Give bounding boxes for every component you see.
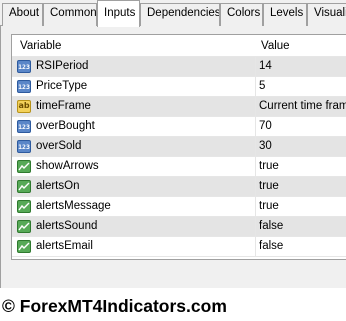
- integer-icon-label: 123: [18, 83, 30, 91]
- table-row[interactable]: 123 PriceType 5: [12, 77, 346, 97]
- table-row[interactable]: alertsMessage true: [12, 197, 346, 217]
- grid-header: Variable Value: [12, 35, 346, 57]
- value-header-label: Value: [261, 40, 290, 52]
- table-row[interactable]: alertsSound false: [12, 217, 346, 237]
- value-text: true: [259, 160, 279, 172]
- value-cell[interactable]: true: [257, 177, 346, 196]
- variable-cell[interactable]: alertsSound: [12, 217, 256, 236]
- integer-icon-label: 123: [18, 123, 30, 131]
- string-icon: ab: [17, 100, 31, 113]
- tab-about[interactable]: About: [2, 3, 43, 26]
- tab-common-label: Common: [50, 7, 97, 19]
- variable-cell[interactable]: alertsEmail: [12, 237, 256, 256]
- value-text: true: [259, 180, 279, 192]
- variable-cell[interactable]: 123 overSold: [12, 137, 256, 156]
- variable-cell[interactable]: 123 RSIPeriod: [12, 57, 256, 76]
- tab-visualization[interactable]: Visualiz: [307, 3, 346, 26]
- value-text: false: [259, 220, 284, 232]
- integer-icon: 123: [17, 60, 31, 73]
- variable-name: PriceType: [36, 80, 88, 92]
- tab-about-label: About: [9, 7, 40, 19]
- variable-cell[interactable]: 123 overBought: [12, 117, 256, 136]
- variable-name: alertsEmail: [36, 240, 93, 252]
- boolean-icon: [17, 200, 31, 213]
- variable-name: showArrows: [36, 160, 99, 172]
- value-column-header[interactable]: Value: [257, 35, 346, 56]
- variable-cell[interactable]: ab timeFrame: [12, 97, 256, 116]
- tab-dependencies[interactable]: Dependencies: [140, 3, 220, 26]
- table-row[interactable]: alertsOn true: [12, 177, 346, 197]
- variable-cell[interactable]: 123 PriceType: [12, 77, 256, 96]
- value-cell[interactable]: 5: [257, 77, 346, 96]
- watermark-footer: © ForexMT4Indicators.com: [0, 288, 346, 321]
- value-cell[interactable]: Current time frame: [257, 97, 346, 116]
- value-text: Current time frame: [259, 100, 346, 112]
- tab-levels-label: Levels: [270, 7, 304, 19]
- tab-inputs-label: Inputs: [104, 7, 136, 19]
- table-row[interactable]: alertsEmail false: [12, 237, 346, 257]
- tab-colors-label: Colors: [227, 7, 261, 19]
- value-cell[interactable]: 14: [257, 57, 346, 76]
- value-cell[interactable]: 30: [257, 137, 346, 156]
- variable-name: overBought: [36, 120, 95, 132]
- variable-header-label: Variable: [20, 40, 62, 52]
- variable-name: alertsSound: [36, 220, 98, 232]
- variable-cell[interactable]: alertsOn: [12, 177, 256, 196]
- table-row[interactable]: 123 overBought 70: [12, 117, 346, 137]
- variable-column-header[interactable]: Variable: [12, 35, 256, 56]
- variable-cell[interactable]: showArrows: [12, 157, 256, 176]
- integer-icon-label: 123: [18, 63, 30, 71]
- integer-icon-label: 123: [18, 143, 30, 151]
- tab-inputs[interactable]: Inputs: [97, 0, 140, 27]
- value-text: false: [259, 240, 284, 252]
- table-row[interactable]: 123 overSold 30: [12, 137, 346, 157]
- value-text: 5: [259, 80, 266, 92]
- tab-visualization-label: Visualiz: [314, 7, 346, 19]
- tab-colors[interactable]: Colors: [220, 3, 263, 26]
- value-text: 70: [259, 120, 272, 132]
- table-row[interactable]: 123 RSIPeriod 14: [12, 57, 346, 77]
- integer-icon: 123: [17, 120, 31, 133]
- boolean-icon: [17, 160, 31, 173]
- tab-levels[interactable]: Levels: [263, 3, 307, 26]
- watermark-text: © ForexMT4Indicators.com: [2, 296, 227, 316]
- value-cell[interactable]: false: [257, 217, 346, 236]
- tab-bar: About Common Inputs Dependencies Colors …: [0, 0, 346, 27]
- variable-name: timeFrame: [36, 100, 91, 112]
- value-cell[interactable]: true: [257, 157, 346, 176]
- tab-common[interactable]: Common: [43, 3, 97, 26]
- value-text: 14: [259, 60, 272, 72]
- boolean-icon: [17, 240, 31, 253]
- value-text: 30: [259, 140, 272, 152]
- integer-icon: 123: [17, 80, 31, 93]
- inputs-grid: Variable Value 123 RSIPeriod 14 123 Pric…: [11, 34, 346, 260]
- table-row[interactable]: ab timeFrame Current time frame: [12, 97, 346, 117]
- boolean-icon: [17, 180, 31, 193]
- integer-icon: 123: [17, 140, 31, 153]
- variable-name: alertsOn: [36, 180, 80, 192]
- variable-name: overSold: [36, 140, 82, 152]
- table-row[interactable]: showArrows true: [12, 157, 346, 177]
- value-cell[interactable]: true: [257, 197, 346, 216]
- variable-name: RSIPeriod: [36, 60, 89, 72]
- value-cell[interactable]: false: [257, 237, 346, 256]
- boolean-icon: [17, 220, 31, 233]
- variable-name: alertsMessage: [36, 200, 111, 212]
- variable-cell[interactable]: alertsMessage: [12, 197, 256, 216]
- tab-dependencies-label: Dependencies: [147, 7, 220, 19]
- string-icon-label: ab: [18, 101, 30, 110]
- value-text: true: [259, 200, 279, 212]
- value-cell[interactable]: 70: [257, 117, 346, 136]
